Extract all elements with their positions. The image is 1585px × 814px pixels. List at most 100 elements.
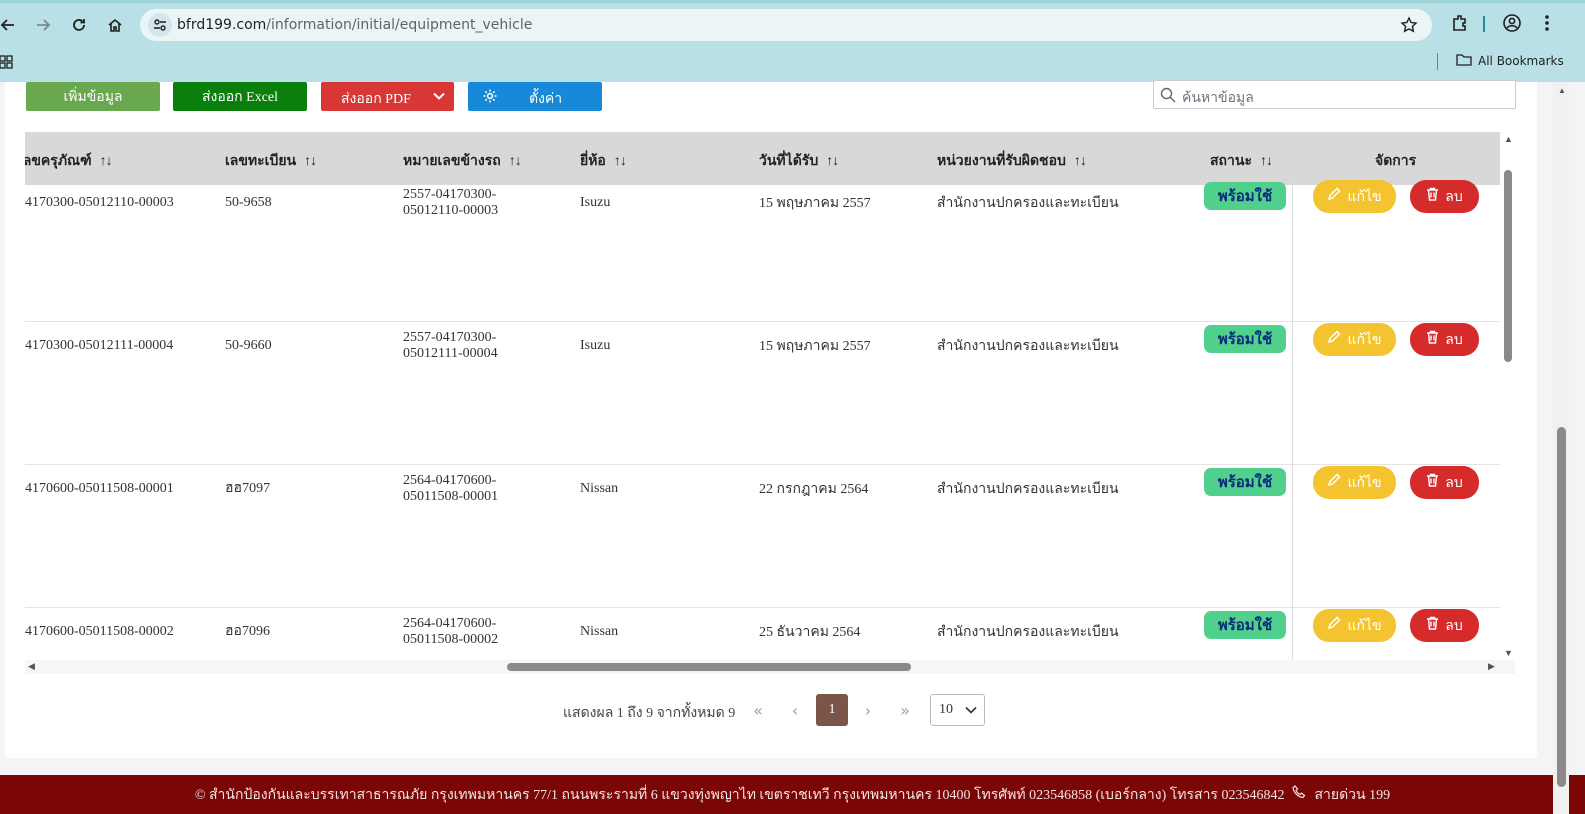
scroll-thumb[interactable]: [507, 663, 911, 671]
col-side-no[interactable]: หมายเลขข้างรถ ↑↓: [403, 150, 522, 172]
sort-icon[interactable]: ↑↓: [100, 154, 113, 169]
bookmark-star-icon[interactable]: [1400, 16, 1418, 39]
cell-received: 25 ธันวาคม 2564: [759, 625, 861, 640]
col-label: หน่วยงานที่รับผิดชอบ: [937, 154, 1066, 169]
back-icon[interactable]: [0, 13, 20, 37]
phone-icon: [1292, 785, 1306, 804]
apps-grid-icon[interactable]: [0, 55, 14, 74]
scroll-left-arrow[interactable]: ◀: [28, 661, 35, 672]
column-divider: [1292, 608, 1293, 660]
scroll-up-arrow[interactable]: ▲: [1504, 134, 1513, 144]
col-status[interactable]: สถานะ ↑↓: [1210, 150, 1273, 172]
cell-brand: Nissan: [580, 481, 619, 496]
reload-icon[interactable]: [67, 13, 91, 37]
settings-label: ตั้งค่า: [529, 92, 563, 107]
export-pdf-button[interactable]: ส่งออก PDF: [321, 82, 454, 111]
cell-equipment-no: 04170300-05012111-00004: [25, 338, 174, 353]
trash-icon: [1426, 616, 1439, 635]
toolbar-divider: [1483, 16, 1485, 32]
status-badge: พร้อมใช้: [1204, 325, 1286, 353]
scroll-thumb[interactable]: [1557, 427, 1566, 787]
gear-icon: [482, 88, 498, 109]
cell-side-no-line1: 2557-04170300-: [403, 187, 497, 202]
pencil-icon: [1327, 616, 1341, 635]
table-row: 04170600-05011508-00002 ฮอ7096 2564-041706…: [25, 608, 1500, 660]
col-actions: จัดการ: [1375, 154, 1417, 169]
scroll-thumb[interactable]: [1504, 170, 1512, 362]
col-equipment-no[interactable]: เลขครุภัณฑ์ ↑↓: [25, 150, 113, 172]
sort-icon[interactable]: ↑↓: [614, 154, 627, 169]
url-host: bfrd199.com: [177, 17, 267, 33]
sort-icon[interactable]: ↑↓: [304, 154, 317, 169]
col-received[interactable]: วันที่ได้รับ ↑↓: [759, 150, 839, 172]
col-brand[interactable]: ยี่ห้อ ↑↓: [580, 150, 627, 172]
prev-page-button[interactable]: ‹: [780, 694, 810, 726]
edit-button[interactable]: แก้ไข: [1313, 180, 1396, 213]
cell-plate: ฮฮ7097: [225, 481, 271, 496]
scroll-right-arrow[interactable]: ▶: [1488, 661, 1495, 672]
extensions-icon[interactable]: [1450, 13, 1470, 38]
current-page-button[interactable]: 1: [816, 694, 848, 726]
last-page-button[interactable]: »: [890, 694, 920, 726]
all-bookmarks-label: All Bookmarks: [1478, 54, 1564, 68]
edit-label: แก้ไข: [1347, 475, 1382, 491]
delete-button[interactable]: ลบ: [1410, 466, 1479, 499]
equipment-table: เลขครุภัณฑ์ ↑↓ เลขทะเบียน ↑↓ หมายเลขข้างรถ…: [25, 132, 1500, 660]
chevron-down-icon: [965, 704, 977, 721]
trash-icon: [1426, 187, 1439, 206]
table-row: 04170600-05011508-00001 ฮฮ7097 2564-041706…: [25, 465, 1500, 608]
search-icon: [1160, 87, 1176, 108]
pencil-icon: [1327, 330, 1341, 349]
trash-icon: [1426, 330, 1439, 349]
add-data-button[interactable]: เพิ่มข้อมูล: [26, 82, 160, 111]
next-page-button[interactable]: ›: [853, 694, 883, 726]
col-label: เลขทะเบียน: [225, 154, 297, 169]
first-page-button[interactable]: «: [743, 694, 773, 726]
cell-plate: 50-9660: [225, 338, 272, 353]
forward-icon[interactable]: [31, 13, 55, 37]
content-card: เพิ่มข้อมูล ส่งออก Excel ส่งออก PDF ตั้ง…: [5, 80, 1537, 758]
home-icon[interactable]: [103, 13, 127, 37]
cell-side-no-line2: 05012111-00004: [403, 346, 498, 361]
edit-label: แก้ไข: [1347, 618, 1382, 634]
col-label: หมายเลขข้างรถ: [403, 154, 501, 169]
table-vertical-scrollbar[interactable]: ▲ ▼: [1502, 132, 1516, 660]
menu-kebab-icon[interactable]: [1539, 13, 1555, 38]
export-excel-button[interactable]: ส่งออก Excel: [173, 82, 307, 111]
all-bookmarks-button[interactable]: All Bookmarks: [1456, 53, 1564, 69]
cell-plate: ฮอ7096: [225, 624, 270, 639]
sort-icon[interactable]: ↑↓: [826, 154, 839, 169]
page-size-select[interactable]: 10: [930, 694, 985, 726]
table-row: 04170300-05012111-00004 50-9660 2557-04170…: [25, 322, 1500, 465]
col-unit[interactable]: หน่วยงานที่รับผิดชอบ ↑↓: [937, 150, 1087, 172]
address-bar[interactable]: bfrd199.com/information/initial/equipmen…: [140, 9, 1432, 41]
search-input[interactable]: ค้นหาข้อมูล: [1153, 80, 1516, 109]
edit-button[interactable]: แก้ไข: [1313, 609, 1396, 642]
window-scrollbar[interactable]: ▲: [1553, 82, 1569, 814]
delete-button[interactable]: ลบ: [1410, 323, 1479, 356]
search-placeholder: ค้นหาข้อมูล: [1182, 91, 1254, 106]
sort-icon[interactable]: ↑↓: [1260, 154, 1273, 169]
cell-side-no-line1: 2564-04170600-: [403, 473, 497, 488]
site-info-icon[interactable]: [148, 13, 172, 37]
cell-equipment-no: 04170300-05012110-00003: [25, 195, 174, 210]
url-text: bfrd199.com/information/initial/equipmen…: [177, 17, 532, 33]
cell-brand: Isuzu: [580, 195, 611, 210]
col-plate[interactable]: เลขทะเบียน ↑↓: [225, 150, 317, 172]
cell-received: 15 พฤษภาคม 2557: [759, 339, 871, 354]
edit-button[interactable]: แก้ไข: [1313, 466, 1396, 499]
edit-button[interactable]: แก้ไข: [1313, 323, 1396, 356]
table-horizontal-scrollbar[interactable]: ◀ ▶: [25, 660, 1515, 674]
delete-label: ลบ: [1445, 618, 1463, 634]
bookmarks-bar: All Bookmarks: [0, 48, 1585, 74]
settings-button[interactable]: ตั้งค่า: [468, 82, 602, 111]
chevron-down-icon[interactable]: [432, 89, 446, 108]
sort-icon[interactable]: ↑↓: [509, 154, 522, 169]
delete-button[interactable]: ลบ: [1410, 609, 1479, 642]
scroll-down-arrow[interactable]: ▼: [1504, 648, 1513, 658]
sort-icon[interactable]: ↑↓: [1074, 154, 1087, 169]
scroll-up-arrow[interactable]: ▲: [1558, 86, 1566, 95]
profile-icon[interactable]: [1502, 13, 1522, 38]
cell-received: 22 กรกฎาคม 2564: [759, 482, 869, 497]
delete-button[interactable]: ลบ: [1410, 180, 1479, 213]
